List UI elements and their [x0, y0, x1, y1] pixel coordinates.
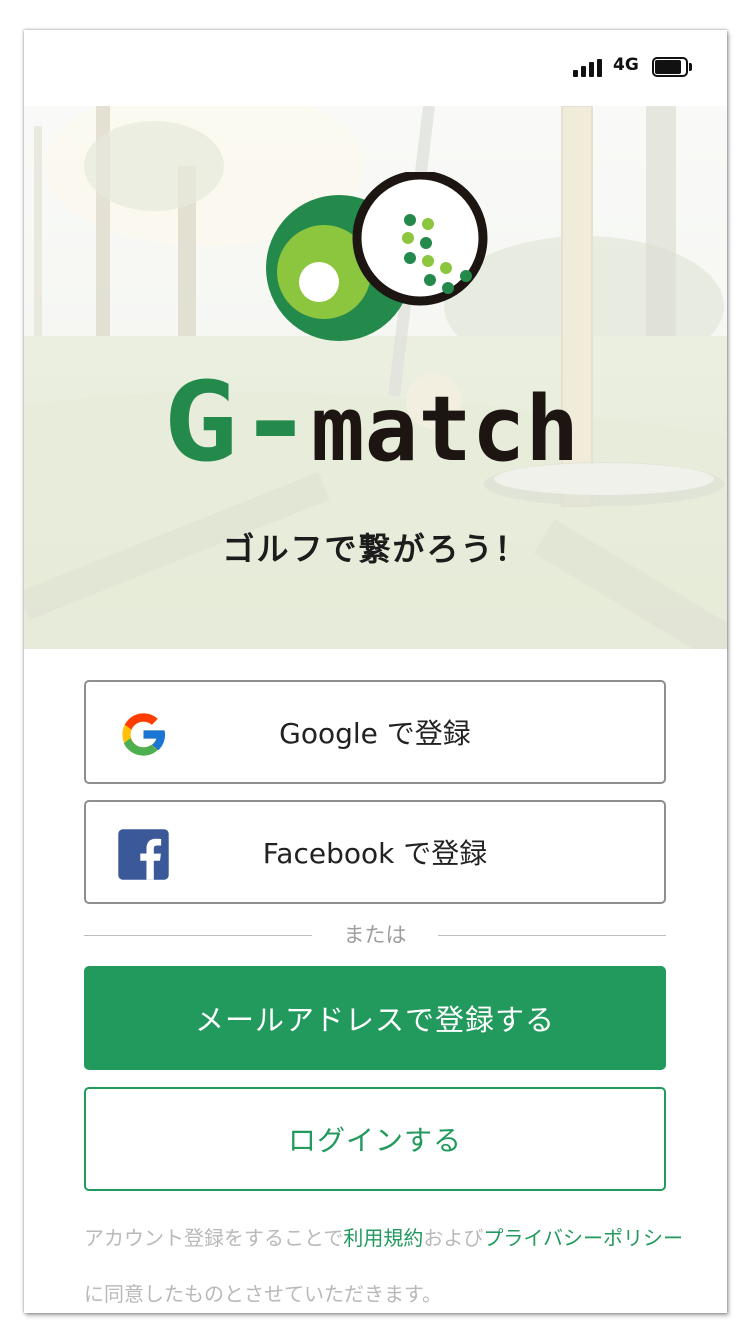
wordmark-suffix: match — [311, 377, 579, 482]
google-signup-button[interactable]: Google で登録 — [84, 680, 666, 784]
terms-prefix: アカウント登録をすることで — [84, 1226, 344, 1250]
status-bar: 4G — [24, 30, 727, 106]
privacy-policy-link[interactable]: プライバシーポリシー — [483, 1226, 683, 1250]
login-label: ログインする — [287, 1124, 462, 1157]
terms-notice: アカウント登録をすることで利用規約およびプライバシーポリシーに同意したものとさせ… — [84, 1210, 684, 1313]
facebook-signup-button[interactable]: Facebook で登録 — [84, 800, 666, 904]
email-signup-label: メールアドレスで登録する — [194, 1003, 555, 1037]
signal-icon — [573, 59, 605, 77]
terms-of-service-link[interactable]: 利用規約 — [343, 1226, 423, 1250]
network-type: 4G — [613, 55, 639, 75]
facebook-signup-label: Facebook で登録 — [262, 837, 488, 870]
google-signup-label: Google で登録 — [279, 717, 471, 750]
email-signup-button[interactable]: メールアドレスで登録する — [84, 966, 666, 1070]
terms-suffix: に同意したものとさせていただきます。 — [84, 1282, 442, 1306]
app-screen: 4G G- match ゴルフで繋がろう！ Google で登録 Faceboo… — [24, 30, 727, 1313]
login-button[interactable]: ログインする — [84, 1087, 666, 1191]
terms-middle: および — [423, 1226, 484, 1250]
tagline: ゴルフで繋がろう！ — [222, 530, 529, 568]
wordmark-prefix: G- — [163, 364, 313, 484]
golf-ball-logo — [266, 172, 488, 341]
app-wordmark: G- match — [163, 364, 579, 484]
hero-banner: G- match ゴルフで繋がろう！ — [24, 106, 727, 649]
battery-icon — [652, 57, 692, 77]
or-divider: または — [84, 920, 666, 950]
or-divider-text: または — [343, 923, 407, 947]
